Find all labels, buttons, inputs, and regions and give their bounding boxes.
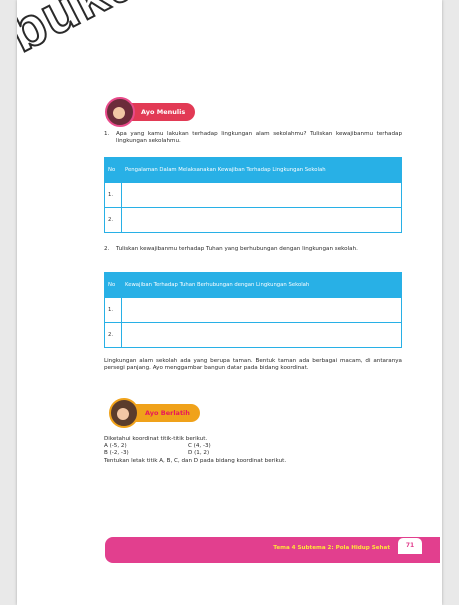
table2-row-1-no: 1. [104,297,122,323]
table-obligation: No Kewajiban Terhadap Tuhan Berhubungan … [104,272,402,348]
ayo-menulis-badge: Ayo Menulis [105,97,196,127]
point-c: C (4, -3) [188,443,211,450]
point-a: A (-5, 2) [104,443,127,450]
table2-row-2-no: 2. [104,322,122,348]
ayo-berlatih-label: Ayo Berlatih [131,404,200,422]
table2-row-2-cell[interactable] [121,322,402,348]
table1-row-1-cell[interactable] [121,182,402,208]
point-b: B (-2, -3) [104,450,129,457]
question-1-text: Apa yang kamu lakukan terhadap lingkunga… [116,131,402,145]
point-d: D (1, 2) [188,450,210,457]
page-number-tab: 71 [398,538,422,554]
table1-row-2-no: 2. [104,207,122,233]
table1-row-1-no: 1. [104,182,122,208]
coordinates-instruction: Tentukan letak titik A, B, C, dan D pada… [104,457,287,464]
table1-row-2-cell[interactable] [121,207,402,233]
book-page: buku Ayo Menulis 1. Apa yang kamu lakuka… [17,0,442,605]
coordinates-block: Diketahui koordinat titik-titik berikut.… [104,436,286,465]
question-2: 2. Tuliskan kewajibanmu terhadap Tuhan y… [104,246,402,253]
ayo-menulis-label: Ayo Menulis [127,103,196,121]
question-1-number: 1. [104,131,110,137]
page-number: 71 [405,542,415,549]
question-2-text: Tuliskan kewajibanmu terhadap Tuhan yang… [116,246,358,252]
girl-avatar-icon [105,97,135,127]
ayo-berlatih-badge: Ayo Berlatih [109,398,200,428]
boy-avatar-icon [109,398,139,428]
table2-header-no: No [104,272,122,298]
table-experience: No Pengalaman Dalam Melaksanakan Kewajib… [104,157,402,233]
question-1: 1. Apa yang kamu lakukan terhadap lingku… [104,131,402,146]
intro-paragraph: Lingkungan alam sekolah ada yang berupa … [104,358,402,372]
footer-band: Tema 4 Subtema 2: Pola Hidup Sehat 71 [105,537,440,563]
watermark: buku [17,0,151,65]
table2-header-column: Kewajiban Terhadap Tuhan Berhubungan den… [121,272,402,298]
footer-theme-label: Tema 4 Subtema 2: Pola Hidup Sehat [273,545,390,551]
table1-header-no: No [104,157,122,183]
question-2-number: 2. [104,246,110,252]
table2-row-1-cell[interactable] [121,297,402,323]
coordinates-intro: Diketahui koordinat titik-titik berikut. [104,436,208,442]
table1-header-column: Pengalaman Dalam Melaksanakan Kewajiban … [121,157,402,183]
